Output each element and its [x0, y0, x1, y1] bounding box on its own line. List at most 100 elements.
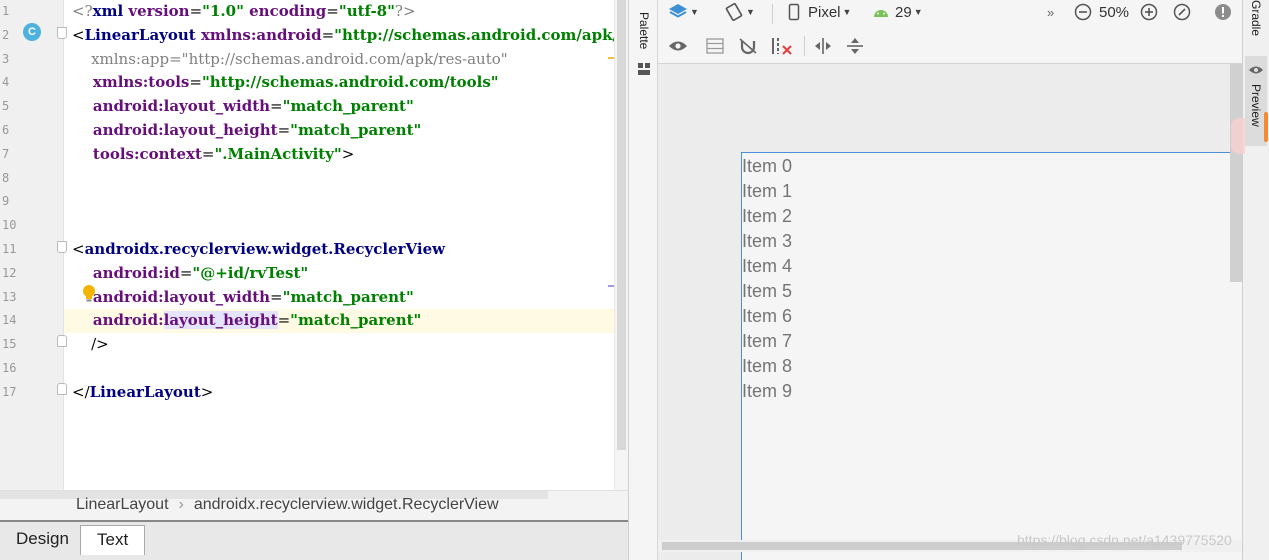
line-number: 5 — [2, 99, 10, 114]
code-token: = — [189, 73, 202, 92]
device-label: Pixel — [808, 3, 841, 21]
fold-marker-icon[interactable] — [57, 241, 67, 253]
code-line[interactable]: android:id="@+id/rvTest" — [72, 262, 628, 286]
editor-gutter: 1 2 3 4 5 6 7 8 9 10 11 12 13 14 15 16 17 C — [0, 0, 67, 490]
device-preview-screen[interactable]: Item 0 Item 1 Item 2 Item 3 Item 4 Item 5 Item… — [741, 152, 1242, 560]
code-editor[interactable]: 1 2 3 4 5 6 7 8 9 10 11 12 13 14 15 16 17 C <?xml versio… — [0, 0, 628, 490]
code-token: "match_parent" — [282, 97, 414, 116]
line-number: 15 — [2, 337, 17, 352]
android-icon — [874, 10, 888, 17]
orientation-button[interactable]: ▼ — [724, 0, 755, 24]
palette-icon[interactable] — [637, 62, 651, 76]
palette-tab[interactable]: Palette — [637, 12, 651, 49]
canvas-vertical-scrollbar[interactable] — [1230, 64, 1242, 282]
code-line[interactable] — [72, 214, 628, 238]
warnings-button[interactable] — [1214, 0, 1232, 24]
list-item[interactable]: Item 1 — [742, 179, 792, 204]
zoom-to-fit-button[interactable] — [1173, 0, 1191, 24]
code-token: < — [72, 25, 85, 44]
chevron-down-icon: ▼ — [690, 7, 699, 17]
toolbar-overflow-button[interactable]: » — [1047, 0, 1054, 24]
code-token: = — [326, 2, 339, 20]
view-options-button[interactable] — [668, 34, 688, 58]
line-number: 6 — [2, 122, 10, 137]
design-surface-button[interactable]: ▼ — [668, 0, 699, 24]
code-line[interactable]: android:layout_width="match_parent" — [72, 286, 628, 310]
list-item[interactable]: Item 9 — [742, 379, 792, 404]
design-canvas[interactable]: Item 0 Item 1 Item 2 Item 3 Item 4 Item 5 Item… — [658, 64, 1242, 560]
code-line[interactable]: <androidx.recyclerview.widget.RecyclerVi… — [72, 238, 628, 262]
zoom-in-icon — [1140, 3, 1158, 21]
code-token: android:layout_width — [72, 97, 271, 116]
line-number: 2 — [2, 27, 10, 42]
code-token: <? — [72, 2, 93, 20]
zoom-in-button[interactable] — [1140, 0, 1158, 24]
fold-marker-icon[interactable] — [57, 383, 67, 395]
list-item[interactable]: Item 0 — [742, 154, 792, 179]
code-token: tools:context — [72, 144, 202, 163]
code-line[interactable] — [72, 357, 628, 381]
clear-constraints-button[interactable] — [771, 34, 793, 58]
fold-marker-icon[interactable] — [57, 335, 67, 347]
code-line[interactable]: </LinearLayout> — [72, 381, 628, 405]
gradle-tab[interactable]: Gradle — [1249, 0, 1263, 36]
code-token: = — [189, 2, 203, 20]
code-line[interactable]: android:layout_width="match_parent" — [72, 95, 628, 119]
scroll-thumb[interactable] — [617, 0, 626, 450]
list-item[interactable]: Item 2 — [742, 204, 792, 229]
code-line[interactable]: android:layout_height="match_parent" — [64, 309, 620, 334]
list-item[interactable]: Item 6 — [742, 304, 792, 329]
layout-blueprint-button[interactable] — [706, 34, 724, 58]
line-number: 4 — [2, 75, 10, 90]
editor-vertical-scrollbar[interactable] — [614, 0, 628, 490]
zoom-out-button[interactable] — [1074, 0, 1092, 24]
design-toolbar-secondary — [658, 28, 1242, 64]
code-line[interactable] — [72, 167, 628, 191]
code-token: android:layout_height — [72, 120, 278, 139]
line-number: 1 — [2, 4, 10, 18]
code-line[interactable]: xmlns:app="http://schemas.android.com/ap… — [72, 48, 628, 72]
rotate-icon — [725, 3, 743, 21]
code-line[interactable]: android:layout_height="match_parent" — [72, 119, 628, 143]
pack-vertical-button[interactable] — [846, 34, 864, 58]
clear-constraints-icon — [772, 38, 792, 55]
editor-mode-tabs: Design Text — [0, 520, 628, 560]
breadcrumb-item-linearlayout[interactable]: LinearLayout — [76, 496, 169, 513]
fold-marker-icon[interactable] — [57, 27, 67, 39]
code-token: android:layout_width — [72, 287, 271, 306]
recyclerview-preview[interactable]: Item 0 Item 1 Item 2 Item 3 Item 4 Item 5 Item… — [742, 154, 792, 404]
breadcrumb-item-recyclerview[interactable]: androidx.recyclerview.widget.RecyclerVie… — [194, 496, 499, 513]
code-line[interactable]: /> — [72, 333, 628, 357]
list-item[interactable]: Item 7 — [742, 329, 792, 354]
code-token: ?> — [394, 2, 416, 20]
list-item[interactable]: Item 8 — [742, 354, 792, 379]
api-level-selector[interactable]: 29 ▼ — [872, 0, 923, 24]
preview-tab-label: Preview — [1249, 84, 1263, 127]
layers-icon — [669, 4, 687, 18]
code-line[interactable] — [72, 190, 628, 214]
device-selector[interactable]: Pixel ▼ — [788, 0, 851, 24]
class-icon[interactable]: C — [23, 23, 41, 41]
chevron-down-icon: ▼ — [746, 7, 755, 17]
code-line[interactable]: tools:context=".MainActivity"> — [72, 143, 628, 167]
code-token: encoding — [243, 2, 327, 20]
tab-design[interactable]: Design — [0, 525, 85, 555]
design-toolbar: ▼ ▼ Pixel ▼ 29 ▼ » 50% — [658, 0, 1242, 28]
code-token: "match_parent" — [290, 311, 422, 330]
code-token: = — [277, 120, 291, 139]
code-token: > — [341, 144, 355, 163]
code-token: LinearLayout — [89, 382, 201, 401]
autoconnect-button[interactable] — [738, 34, 758, 58]
watermark: https://blog.csdn.net/a1439775520 — [1017, 532, 1232, 548]
chevron-down-icon: ▼ — [913, 7, 923, 17]
code-area[interactable]: <?xml version="1.0" encoding="utf-8"?> <L… — [64, 0, 628, 405]
code-line[interactable]: <LinearLayout xmlns:android="http://sche… — [72, 24, 628, 48]
list-item[interactable]: Item 3 — [742, 229, 792, 254]
list-item[interactable]: Item 5 — [742, 279, 792, 304]
tab-text[interactable]: Text — [80, 525, 146, 555]
pack-horizontal-button[interactable] — [814, 34, 832, 58]
list-item[interactable]: Item 4 — [742, 254, 792, 279]
code-line[interactable]: xmlns:tools="http://schemas.android.com/… — [72, 71, 628, 95]
code-line[interactable]: <?xml version="1.0" encoding="utf-8"?> — [72, 0, 628, 24]
code-token: xml — [92, 2, 129, 20]
